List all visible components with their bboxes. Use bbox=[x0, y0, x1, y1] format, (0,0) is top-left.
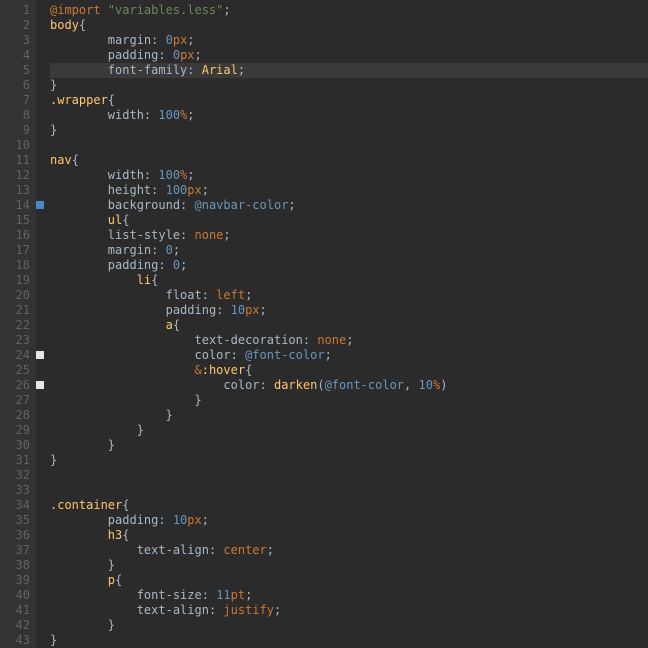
code-line[interactable]: } bbox=[50, 408, 648, 423]
code-line[interactable]: color: @font-color; bbox=[50, 348, 648, 363]
line-number[interactable]: 41 bbox=[0, 603, 30, 618]
code-line[interactable]: .wrapper{ bbox=[50, 93, 648, 108]
code-line[interactable]: float: left; bbox=[50, 288, 648, 303]
markers-gutter[interactable] bbox=[36, 0, 50, 648]
line-number[interactable]: 32 bbox=[0, 468, 30, 483]
code-line[interactable]: } bbox=[50, 393, 648, 408]
code-line[interactable]: } bbox=[50, 618, 648, 633]
line-number[interactable]: 39 bbox=[0, 573, 30, 588]
code-line[interactable]: nav{ bbox=[50, 153, 648, 168]
line-number[interactable]: 7 bbox=[0, 93, 30, 108]
line-number[interactable]: 26 bbox=[0, 378, 30, 393]
line-number[interactable]: 8 bbox=[0, 108, 30, 123]
code-line[interactable]: text-align: center; bbox=[50, 543, 648, 558]
line-number[interactable]: 31 bbox=[0, 453, 30, 468]
modified-marker-icon[interactable] bbox=[36, 351, 44, 359]
line-number[interactable]: 35 bbox=[0, 513, 30, 528]
code-line[interactable]: color: darken(@font-color, 10%) bbox=[50, 378, 648, 393]
code-area[interactable]: @import "variables.less";body{ margin: 0… bbox=[50, 0, 648, 648]
code-line[interactable]: width: 100%; bbox=[50, 168, 648, 183]
code-line[interactable]: body{ bbox=[50, 18, 648, 33]
code-line[interactable]: font-family: Arial; bbox=[50, 63, 648, 78]
code-line[interactable]: .container{ bbox=[50, 498, 648, 513]
code-line[interactable]: list-style: none; bbox=[50, 228, 648, 243]
code-line[interactable]: &:hover{ bbox=[50, 363, 648, 378]
code-line[interactable]: } bbox=[50, 423, 648, 438]
line-number[interactable]: 28 bbox=[0, 408, 30, 423]
code-line[interactable]: font-size: 11pt; bbox=[50, 588, 648, 603]
line-number[interactable]: 21 bbox=[0, 303, 30, 318]
code-line[interactable]: text-decoration: none; bbox=[50, 333, 648, 348]
modified-marker-icon[interactable] bbox=[36, 381, 44, 389]
code-line[interactable]: h3{ bbox=[50, 528, 648, 543]
line-number[interactable]: 36 bbox=[0, 528, 30, 543]
line-number[interactable]: 10 bbox=[0, 138, 30, 153]
line-number[interactable]: 25 bbox=[0, 363, 30, 378]
code-line[interactable] bbox=[50, 138, 648, 153]
code-line[interactable] bbox=[50, 468, 648, 483]
code-line[interactable]: a{ bbox=[50, 318, 648, 333]
code-line[interactable]: padding: 10px; bbox=[50, 513, 648, 528]
code-line[interactable]: background: @navbar-color; bbox=[50, 198, 648, 213]
line-number[interactable]: 18 bbox=[0, 258, 30, 273]
line-number[interactable]: 9 bbox=[0, 123, 30, 138]
code-line[interactable]: @import "variables.less"; bbox=[50, 3, 648, 18]
code-line[interactable] bbox=[50, 483, 648, 498]
code-line[interactable]: p{ bbox=[50, 573, 648, 588]
code-line[interactable]: padding: 0; bbox=[50, 258, 648, 273]
code-line[interactable]: } bbox=[50, 453, 648, 468]
line-number[interactable]: 6 bbox=[0, 78, 30, 93]
line-number[interactable]: 14 bbox=[0, 198, 30, 213]
line-number[interactable]: 38 bbox=[0, 558, 30, 573]
line-number[interactable]: 15 bbox=[0, 213, 30, 228]
line-number-gutter[interactable]: 1234567891011121314151617181920212223242… bbox=[0, 0, 36, 648]
line-number[interactable]: 34 bbox=[0, 498, 30, 513]
line-number[interactable]: 20 bbox=[0, 288, 30, 303]
line-number[interactable]: 4 bbox=[0, 48, 30, 63]
line-number[interactable]: 37 bbox=[0, 543, 30, 558]
code-editor[interactable]: 1234567891011121314151617181920212223242… bbox=[0, 0, 648, 648]
line-number[interactable]: 17 bbox=[0, 243, 30, 258]
line-number[interactable]: 27 bbox=[0, 393, 30, 408]
line-number[interactable]: 16 bbox=[0, 228, 30, 243]
code-line[interactable]: padding: 10px; bbox=[50, 303, 648, 318]
line-number[interactable]: 22 bbox=[0, 318, 30, 333]
line-number[interactable]: 42 bbox=[0, 618, 30, 633]
line-number[interactable]: 3 bbox=[0, 33, 30, 48]
line-number[interactable]: 13 bbox=[0, 183, 30, 198]
line-number[interactable]: 23 bbox=[0, 333, 30, 348]
line-number[interactable]: 2 bbox=[0, 18, 30, 33]
line-number[interactable]: 33 bbox=[0, 483, 30, 498]
code-line[interactable]: margin: 0; bbox=[50, 243, 648, 258]
code-line[interactable]: } bbox=[50, 558, 648, 573]
line-number[interactable]: 12 bbox=[0, 168, 30, 183]
line-number[interactable]: 43 bbox=[0, 633, 30, 648]
line-number[interactable]: 1 bbox=[0, 3, 30, 18]
code-line[interactable]: margin: 0px; bbox=[50, 33, 648, 48]
line-number[interactable]: 29 bbox=[0, 423, 30, 438]
modified-marker-icon[interactable] bbox=[36, 201, 44, 209]
code-line[interactable]: } bbox=[50, 78, 648, 93]
code-line[interactable]: } bbox=[50, 123, 648, 138]
line-number[interactable]: 24 bbox=[0, 348, 30, 363]
code-line[interactable]: padding: 0px; bbox=[50, 48, 648, 63]
line-number[interactable]: 19 bbox=[0, 273, 30, 288]
code-line[interactable]: height: 100px; bbox=[50, 183, 648, 198]
line-number[interactable]: 30 bbox=[0, 438, 30, 453]
code-line[interactable]: } bbox=[50, 438, 648, 453]
code-line[interactable]: width: 100%; bbox=[50, 108, 648, 123]
code-line[interactable]: ul{ bbox=[50, 213, 648, 228]
line-number[interactable]: 11 bbox=[0, 153, 30, 168]
code-line[interactable]: text-align: justify; bbox=[50, 603, 648, 618]
code-line[interactable]: li{ bbox=[50, 273, 648, 288]
line-number[interactable]: 40 bbox=[0, 588, 30, 603]
line-number[interactable]: 5 bbox=[0, 63, 30, 78]
code-line[interactable]: } bbox=[50, 633, 648, 648]
